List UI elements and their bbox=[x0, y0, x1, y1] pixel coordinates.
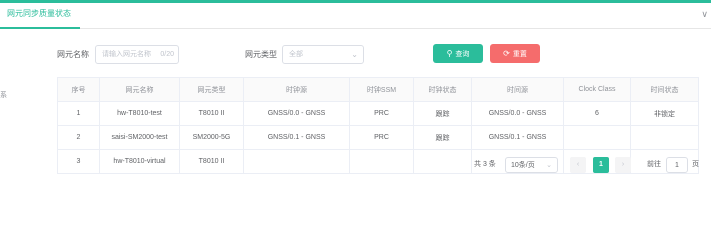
table-cell: hw-T8010-test bbox=[99, 101, 180, 126]
tab-bar: 网元同步质量状态 ∨ bbox=[0, 3, 711, 29]
table-cell: 6 bbox=[563, 101, 631, 126]
table-cell bbox=[563, 125, 631, 150]
table-cell: 3 bbox=[57, 149, 100, 174]
page-suffix: 页 bbox=[692, 161, 699, 168]
search-icon: ⚲ bbox=[446, 49, 453, 58]
table-cell: 1 bbox=[57, 101, 100, 126]
ne-name-char-counter: 0/20 bbox=[160, 51, 174, 58]
ne-name-input[interactable]: 请输入网元名称 0/20 bbox=[95, 45, 179, 64]
prev-page-icon[interactable]: ‹ bbox=[570, 157, 586, 173]
tab-active-indicator bbox=[0, 27, 80, 29]
column-header-clock-ssm: 时钟SSM bbox=[349, 77, 414, 102]
table-cell: hw-T8010-virtual bbox=[99, 149, 180, 174]
table-cell: GNSS/0.1 - GNSS bbox=[471, 125, 564, 150]
reset-button[interactable]: ⟳ 重置 bbox=[490, 44, 540, 63]
ne-name-placeholder: 请输入网元名称 bbox=[102, 51, 151, 58]
tab-sync-quality-status[interactable]: 网元同步质量状态 bbox=[7, 8, 71, 19]
column-header-time-source: 时间源 bbox=[471, 77, 564, 102]
table-cell bbox=[630, 125, 699, 150]
chevron-down-icon: ⌄ bbox=[351, 50, 358, 59]
table-header-row: 序号 网元名称 网元类型 时钟源 时钟SSM 时钟状态 时间源 Clock Cl… bbox=[57, 77, 699, 102]
table-cell: GNSS/0.1 - GNSS bbox=[243, 125, 350, 150]
ne-type-label: 网元类型 bbox=[245, 50, 277, 59]
table-cell: 跟踪 bbox=[413, 125, 472, 150]
table-cell: 跟踪 bbox=[413, 101, 472, 126]
chevron-down-icon: ⌄ bbox=[546, 162, 552, 169]
table-row[interactable]: 1 hw-T8010-test T8010 II GNSS/0.0 - GNSS… bbox=[57, 101, 699, 126]
table-cell: SM2000-5G bbox=[179, 125, 244, 150]
query-button[interactable]: ⚲ 查询 bbox=[433, 44, 483, 63]
reset-button-label: 重置 bbox=[512, 51, 527, 58]
table-cell: saisi-SM2000-test bbox=[99, 125, 180, 150]
goto-page-input[interactable]: 1 bbox=[666, 157, 688, 173]
column-header-time-status: 时间状态 bbox=[630, 77, 699, 102]
pagination-total: 共 3 条 bbox=[474, 161, 496, 168]
column-header-index: 序号 bbox=[57, 77, 100, 102]
table-cell bbox=[630, 149, 699, 174]
ne-name-label: 网元名称 bbox=[57, 50, 89, 59]
page-size-value: 10条/页 bbox=[511, 162, 535, 169]
table-row[interactable]: 2 saisi-SM2000-test SM2000-5G GNSS/0.1 -… bbox=[57, 125, 699, 150]
column-header-clock-class: Clock Class bbox=[563, 77, 631, 102]
column-header-ne-name: 网元名称 bbox=[99, 77, 180, 102]
column-header-clock-status: 时钟状态 bbox=[413, 77, 472, 102]
column-header-clock-source: 时钟源 bbox=[243, 77, 350, 102]
page-size-select[interactable]: 10条/页 ⌄ bbox=[505, 157, 558, 173]
next-page-icon[interactable]: › bbox=[615, 157, 631, 173]
column-header-ne-type: 网元类型 bbox=[179, 77, 244, 102]
refresh-icon: ⟳ bbox=[503, 49, 510, 58]
query-button-label: 查询 bbox=[455, 51, 470, 58]
table-cell: 非锁定 bbox=[630, 101, 699, 126]
ne-type-value: 全部 bbox=[289, 51, 303, 58]
table-cell: T8010 II bbox=[179, 149, 244, 174]
table-cell: PRC bbox=[349, 125, 414, 150]
page-number-current[interactable]: 1 bbox=[593, 157, 609, 173]
table-cell bbox=[243, 149, 350, 174]
goto-label: 前往 bbox=[647, 161, 661, 168]
ne-type-select[interactable]: 全部 ⌄ bbox=[282, 45, 364, 64]
table-cell bbox=[413, 149, 472, 174]
table-cell: GNSS/0.0 - GNSS bbox=[471, 101, 564, 126]
table-cell: GNSS/0.0 - GNSS bbox=[243, 101, 350, 126]
table-cell: 2 bbox=[57, 125, 100, 150]
table-cell bbox=[349, 149, 414, 174]
table-cell: T8010 II bbox=[179, 101, 244, 126]
table-cell: PRC bbox=[349, 101, 414, 126]
chevron-down-icon[interactable]: ∨ bbox=[701, 9, 708, 20]
sidebar-edge-text: 系 bbox=[0, 92, 7, 99]
